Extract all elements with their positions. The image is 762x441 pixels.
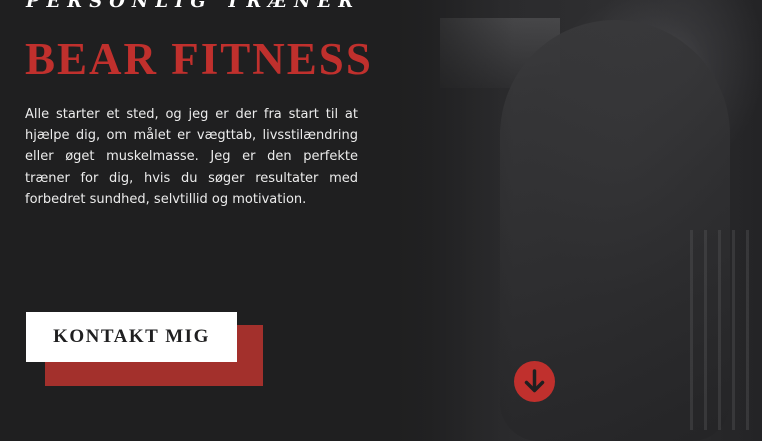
hero-title: BEAR FITNESS	[25, 34, 373, 84]
arrow-down-icon	[524, 369, 545, 393]
contact-button[interactable]: KONTAKT MIG	[26, 312, 237, 362]
trainer-photo	[380, 0, 762, 441]
hero-subtitle: PERSONLIG TRÆNER	[26, 0, 361, 12]
hero-section: PERSONLIG TRÆNER BEAR FITNESS Alle start…	[0, 0, 762, 441]
photo-fade-overlay	[380, 0, 762, 441]
hero-intro-text: Alle starter et sted, og jeg er der fra …	[25, 107, 358, 207]
scroll-down-button[interactable]	[514, 361, 555, 402]
